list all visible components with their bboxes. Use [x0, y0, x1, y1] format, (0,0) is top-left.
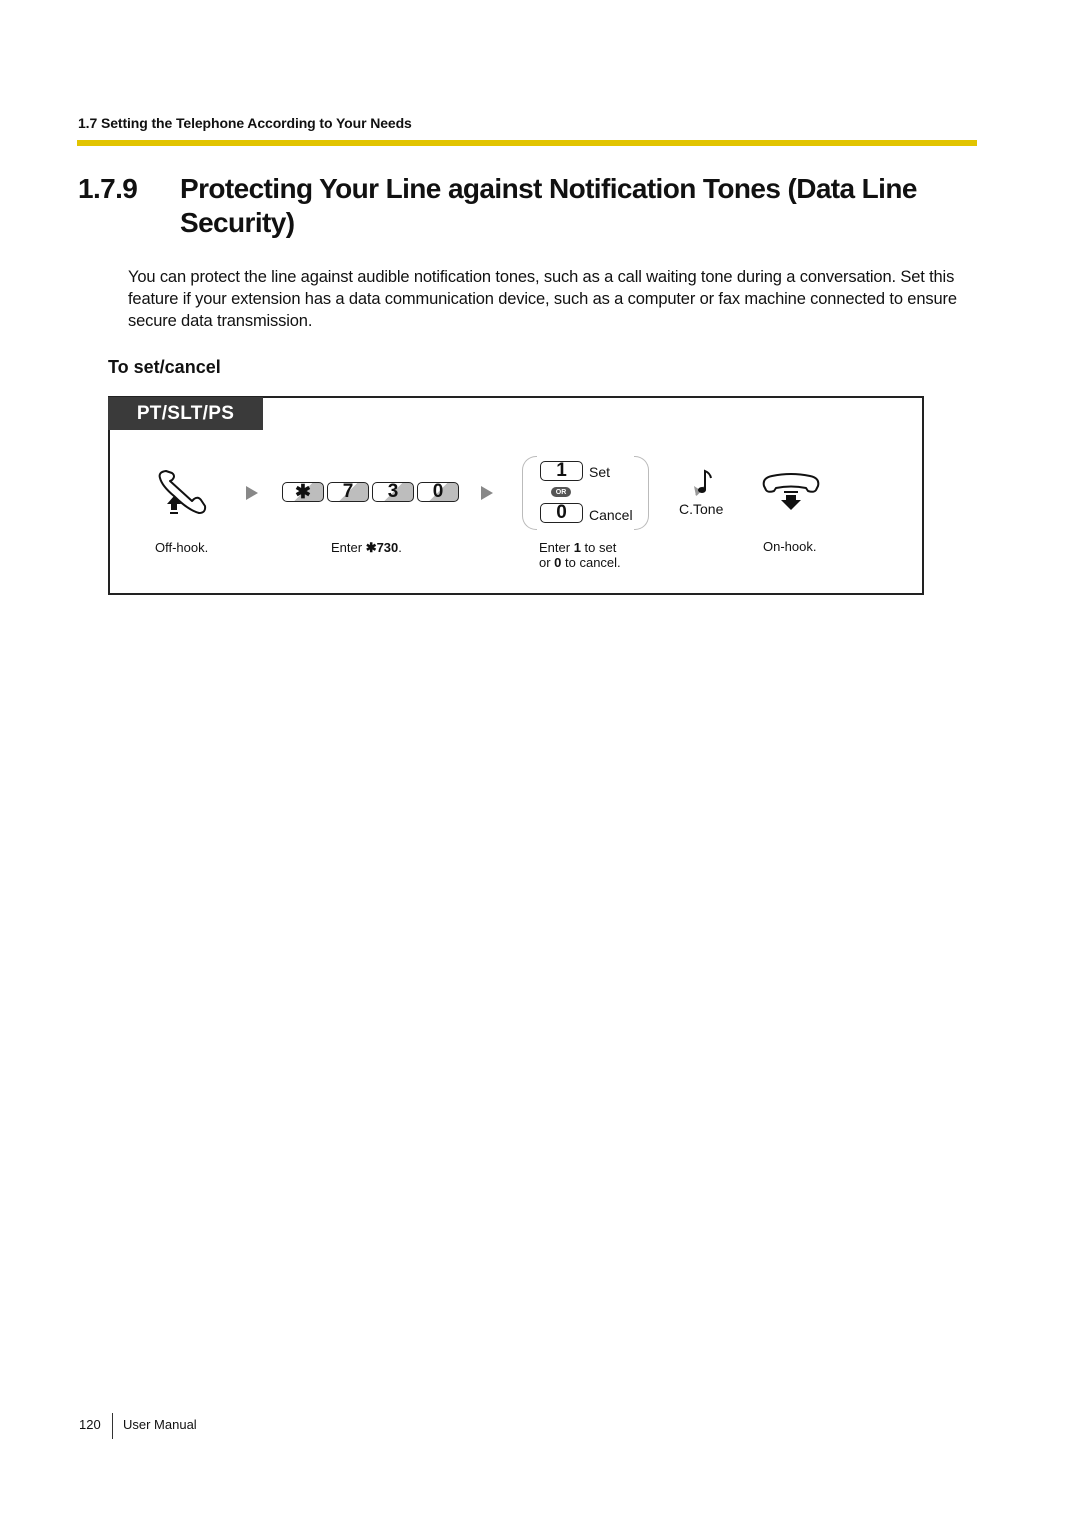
label-text: Enter: [539, 540, 574, 555]
code-keys: ✱ 7 3 0: [282, 481, 459, 503]
intro-paragraph: You can protect the line against audible…: [128, 268, 957, 330]
running-header: 1.7 Setting the Telephone According to Y…: [78, 115, 412, 131]
set-label: Set: [589, 464, 611, 480]
label-text: or: [539, 555, 555, 570]
ctone-label: C.Tone: [679, 501, 724, 517]
key-3[interactable]: 3: [372, 481, 414, 502]
page-number: 120: [79, 1417, 101, 1432]
left-bracket: [522, 456, 537, 530]
music-note-icon: [692, 468, 716, 498]
or-badge: OR: [551, 487, 571, 497]
mode-tab: PT/SLT/PS: [108, 397, 263, 430]
header-rule: [77, 140, 977, 146]
label-text: Enter: [331, 540, 366, 555]
enter-code-label: Enter ✱730.: [331, 540, 402, 555]
offhook-label: Off-hook.: [155, 540, 209, 555]
label-text: to cancel.: [561, 555, 621, 570]
offhook-handset-icon: [152, 468, 212, 518]
label-code: ✱730: [365, 540, 399, 555]
footer-manual-title: User Manual: [123, 1417, 197, 1432]
step-arrow-icon: [246, 486, 258, 500]
label-text: to set: [580, 540, 617, 555]
onhook-label: On-hook.: [763, 539, 817, 554]
section-title-text: Protecting Your Line against Notificatio…: [180, 173, 917, 238]
key-7[interactable]: 7: [327, 481, 369, 502]
key-0-cancel[interactable]: 0: [540, 502, 583, 523]
subheading: To set/cancel: [108, 357, 221, 377]
section-number: 1.7.9: [78, 173, 138, 204]
key-star[interactable]: ✱: [282, 482, 324, 503]
label-text: .: [398, 540, 402, 555]
cancel-label: Cancel: [589, 507, 633, 523]
footer-separator: [112, 1413, 113, 1439]
step-arrow-icon: [481, 486, 493, 500]
key-0[interactable]: 0: [417, 481, 459, 502]
choice-label: Enter 1 to set or 0 to cancel.: [539, 540, 621, 570]
onhook-handset-icon: [760, 472, 822, 514]
key-1-set[interactable]: 1: [540, 460, 583, 481]
label-key: 1: [573, 540, 581, 555]
right-bracket: [634, 456, 649, 530]
